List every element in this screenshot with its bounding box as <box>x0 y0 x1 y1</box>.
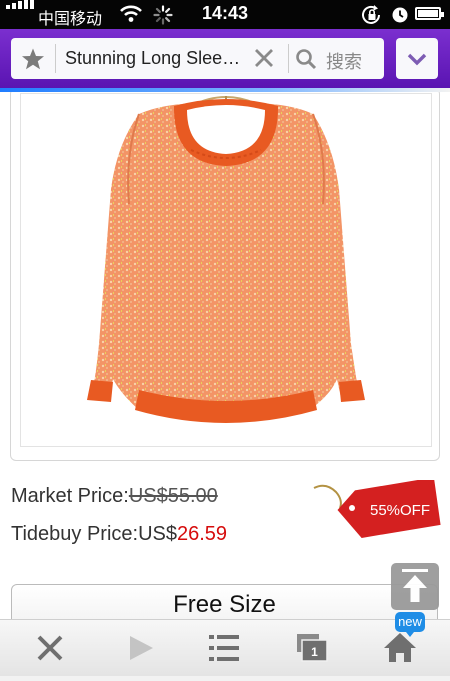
page-content: Market Price:US$55.00 Tidebuy Price:US$2… <box>0 92 450 619</box>
arrow-up-icon <box>402 569 428 602</box>
market-price-label: Market Price: <box>11 485 129 507</box>
play-icon <box>130 636 153 660</box>
address-bar[interactable]: Stunning Long Slee… 搜索 <box>11 38 384 79</box>
close-icon <box>37 635 63 661</box>
chevron-down-icon <box>407 53 427 66</box>
product-image[interactable] <box>20 93 432 447</box>
market-price: Market Price:US$55.00 <box>11 485 218 508</box>
back-to-top-button[interactable] <box>391 563 439 610</box>
carrier-name: 中国移动 <box>38 11 103 28</box>
dropdown-button[interactable] <box>396 38 438 79</box>
tidebuy-price-value: 26.59 <box>177 523 228 545</box>
menu-button[interactable] <box>194 620 254 676</box>
tidebuy-price-label: Tidebuy Price: <box>11 523 139 545</box>
tabs-button[interactable]: 1 <box>282 620 342 676</box>
product-image-card <box>10 92 440 461</box>
market-price-value: US$55.00 <box>128 485 218 507</box>
search-icon[interactable] <box>295 48 317 70</box>
sweater-image <box>87 96 365 423</box>
tidebuy-price-currency: US$ <box>138 523 177 545</box>
browser-toolbar: Stunning Long Slee… 搜索 <box>0 29 450 92</box>
bottom-navigation: 1 <box>0 619 450 676</box>
bookmark-star-icon[interactable] <box>21 47 45 71</box>
alarm-icon <box>392 7 408 23</box>
wifi-icon <box>120 5 142 22</box>
search-button[interactable]: 搜索 <box>326 48 362 74</box>
close-button[interactable] <box>20 620 80 676</box>
size-selector[interactable]: Free Size <box>11 584 438 619</box>
clock-time: 14:43 <box>201 3 249 23</box>
size-option: Free Size <box>173 591 276 618</box>
new-badge: new <box>395 612 425 637</box>
discount-tag: 55%OFF <box>313 480 441 538</box>
menu-icon <box>209 635 239 661</box>
discount-tag-text: 55%OFF <box>370 502 430 519</box>
status-bar: 中国移动 14:43 <box>0 0 450 29</box>
loading-spinner-icon <box>153 5 173 25</box>
tab-count: 1 <box>311 645 318 659</box>
forward-button[interactable] <box>111 620 171 676</box>
tabs-icon: 1 <box>297 634 328 662</box>
tidebuy-price: Tidebuy Price:US$26.59 <box>11 523 227 546</box>
divider <box>55 44 56 73</box>
rotation-lock-icon <box>362 5 380 24</box>
battery-icon <box>415 7 444 20</box>
clear-icon[interactable] <box>254 48 274 68</box>
page-title[interactable]: Stunning Long Slee… <box>65 48 251 69</box>
divider <box>288 44 289 73</box>
